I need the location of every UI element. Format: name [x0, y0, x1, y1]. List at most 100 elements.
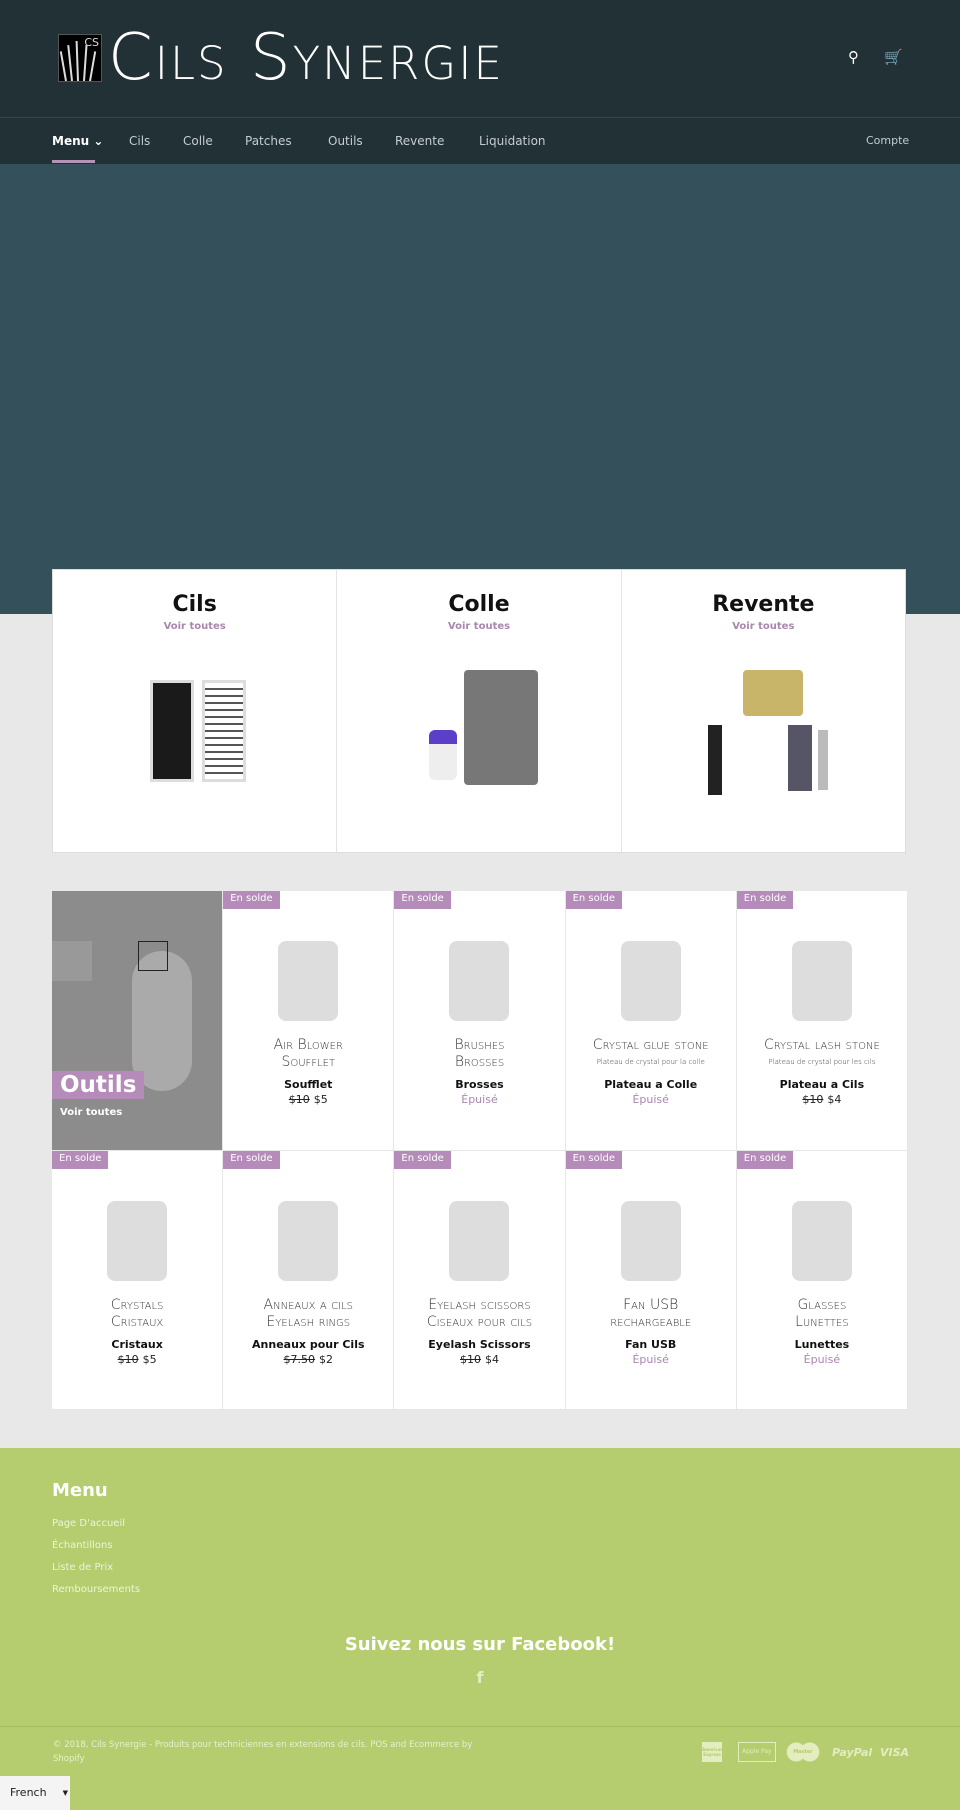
- view-all-link[interactable]: Voir toutes: [622, 621, 905, 632]
- product-card[interactable]: En solde Eyelash scissors Ciseaux pour ci…: [394, 1150, 566, 1410]
- original-price: $10: [802, 1093, 824, 1106]
- nav-revente[interactable]: Revente: [395, 134, 444, 148]
- product-name[interactable]: Cristaux: [52, 1338, 222, 1351]
- nav-menu[interactable]: Menu ⌄: [52, 134, 103, 148]
- sale-badge: En solde: [223, 891, 280, 909]
- image-caption: Lunettes: [795, 1313, 849, 1330]
- nav-patches[interactable]: Patches: [245, 134, 292, 148]
- facebook-icon[interactable]: f: [0, 1668, 960, 1687]
- sale-price: $4: [484, 1352, 499, 1366]
- product-image[interactable]: Crystal glue stone Plateau de crystal pou…: [586, 931, 716, 1071]
- view-all-link[interactable]: Voir toutes: [60, 1107, 122, 1118]
- product-name[interactable]: Anneaux pour Cils: [223, 1338, 393, 1351]
- featured-collections: Cils Voir toutes Colle Voir toutes Revente…: [52, 569, 906, 853]
- copyright: © 2018, Cils Synergie - Produits pour te…: [53, 1740, 473, 1764]
- collection-colle[interactable]: Colle Voir toutes: [337, 570, 622, 852]
- mastercard-icon: Master: [786, 1742, 820, 1762]
- site-header: CS Cils Synergie ⚲ 🛒: [0, 0, 960, 118]
- collection-title: Revente: [712, 592, 815, 617]
- collection-title: Cils: [172, 592, 217, 617]
- image-caption: Soufflet: [281, 1054, 336, 1070]
- image-caption: Ciseaux pour cils: [426, 1313, 533, 1330]
- product-image[interactable]: Air Blower Soufflet: [243, 931, 373, 1071]
- product-card[interactable]: En solde Fan USB rechargeable Fan USB Épui…: [565, 1150, 737, 1410]
- product-card[interactable]: En solde Crystals Cristaux Cristaux $10 $5: [52, 1150, 224, 1410]
- footer-link[interactable]: Échantillons: [52, 1540, 113, 1551]
- product-card[interactable]: En solde Glasses Lunettes Lunettes Épuisé: [736, 1150, 908, 1410]
- footer-divider: [0, 1726, 960, 1727]
- hero-banner: [0, 164, 960, 614]
- product-price: $10 $5: [223, 1093, 393, 1106]
- sale-badge: En solde: [565, 1150, 623, 1169]
- image-caption: Air Blower: [273, 1037, 343, 1053]
- image-caption: Glasses: [797, 1296, 847, 1313]
- sold-out-label: Épuisé: [461, 1093, 498, 1106]
- product-image[interactable]: Fan USB rechargeable: [586, 1191, 716, 1331]
- collection-image: [125, 680, 265, 790]
- collection-revente[interactable]: Revente Voir toutes: [622, 570, 905, 852]
- sale-badge: En solde: [736, 891, 794, 909]
- footer-link[interactable]: Remboursements: [52, 1584, 140, 1595]
- collection-title: Colle: [448, 592, 510, 617]
- original-price: $10: [288, 1093, 310, 1106]
- original-price: $7.50: [283, 1352, 316, 1366]
- search-icon[interactable]: ⚲: [848, 48, 859, 66]
- view-all-link[interactable]: Voir toutes: [53, 621, 336, 632]
- active-underline: [52, 160, 95, 163]
- nav-colle[interactable]: Colle: [183, 134, 213, 148]
- footer-link[interactable]: Liste de Prix: [52, 1562, 113, 1573]
- image-caption: Crystal lash stone: [763, 1037, 880, 1053]
- product-price: $10 $4: [737, 1093, 907, 1106]
- product-name[interactable]: Soufflet: [223, 1078, 393, 1091]
- cart-icon[interactable]: 🛒: [884, 48, 903, 66]
- visa-icon: VISA: [880, 1746, 910, 1759]
- image-caption: Plateau de crystal pour les cils: [768, 1058, 876, 1066]
- product-image[interactable]: Brushes Brosses: [414, 931, 544, 1071]
- amex-icon: American Express: [702, 1742, 722, 1762]
- product-name[interactable]: Eyelash Scissors: [394, 1338, 564, 1351]
- image-caption: Anneaux a cils: [263, 1296, 354, 1313]
- nav-outils[interactable]: Outils: [328, 134, 363, 148]
- product-image[interactable]: Crystals Cristaux: [72, 1191, 202, 1331]
- product-card[interactable]: En solde Crystal lash stone Plateau de cr…: [736, 891, 908, 1151]
- collection-image: [409, 670, 549, 790]
- nav-cils[interactable]: Cils: [129, 134, 150, 148]
- apple-pay-icon: Apple Pay: [738, 1742, 776, 1762]
- collection-cils[interactable]: Cils Voir toutes: [53, 570, 338, 852]
- sold-out-label: Épuisé: [803, 1352, 841, 1366]
- collection-outils[interactable]: Outils Voir toutes: [52, 891, 224, 1151]
- image-caption: Fan USB: [623, 1296, 679, 1313]
- nav-liquidation[interactable]: Liquidation: [479, 134, 546, 148]
- sale-badge: En solde: [565, 891, 623, 909]
- product-name[interactable]: Lunettes: [737, 1338, 907, 1351]
- product-image[interactable]: Glasses Lunettes: [757, 1191, 887, 1331]
- product-image[interactable]: Eyelash scissors Ciseaux pour cils: [414, 1191, 544, 1331]
- brand-name[interactable]: Cils Synergie: [108, 18, 504, 98]
- image-caption: Plateau de crystal pour la colle: [596, 1058, 705, 1066]
- product-name[interactable]: Brosses: [394, 1078, 564, 1091]
- image-caption: Eyelash scissors: [428, 1296, 531, 1313]
- footer-menu-title: Menu: [52, 1480, 108, 1501]
- product-card[interactable]: En solde Anneaux a cils Eyelash rings Ann…: [223, 1150, 395, 1410]
- image-caption: Crystals: [110, 1296, 164, 1313]
- sale-price: $5: [142, 1352, 157, 1366]
- original-price: $10: [117, 1352, 139, 1366]
- product-image[interactable]: Crystal lash stone Plateau de crystal pou…: [757, 931, 887, 1071]
- product-image[interactable]: Anneaux a cils Eyelash rings: [243, 1191, 373, 1331]
- footer-link[interactable]: Page D'accueil: [52, 1518, 125, 1529]
- language-select[interactable]: French ▼: [0, 1776, 70, 1810]
- account-link[interactable]: Compte: [866, 134, 909, 147]
- product-name[interactable]: Fan USB: [566, 1338, 736, 1351]
- facebook-heading: Suivez nous sur Facebook!: [344, 1634, 616, 1655]
- view-all-link[interactable]: Voir toutes: [337, 621, 620, 632]
- product-name[interactable]: Plateau a Colle: [566, 1078, 736, 1091]
- product-card[interactable]: En solde Crystal glue stone Plateau de cr…: [565, 891, 737, 1151]
- dropdown-arrow-icon: ▼: [62, 1789, 68, 1797]
- sale-price: $5: [313, 1093, 328, 1106]
- product-card[interactable]: En solde Brushes Brosses Brosses Épuisé: [394, 891, 566, 1151]
- main-nav: Menu ⌄ Cils Colle Patches Outils Revente…: [0, 118, 960, 164]
- sold-out-label: Épuisé: [632, 1093, 669, 1106]
- product-name[interactable]: Plateau a Cils: [737, 1078, 907, 1091]
- product-card[interactable]: En solde Air Blower Soufflet Soufflet $10 $…: [223, 891, 395, 1151]
- logo[interactable]: CS: [58, 34, 102, 82]
